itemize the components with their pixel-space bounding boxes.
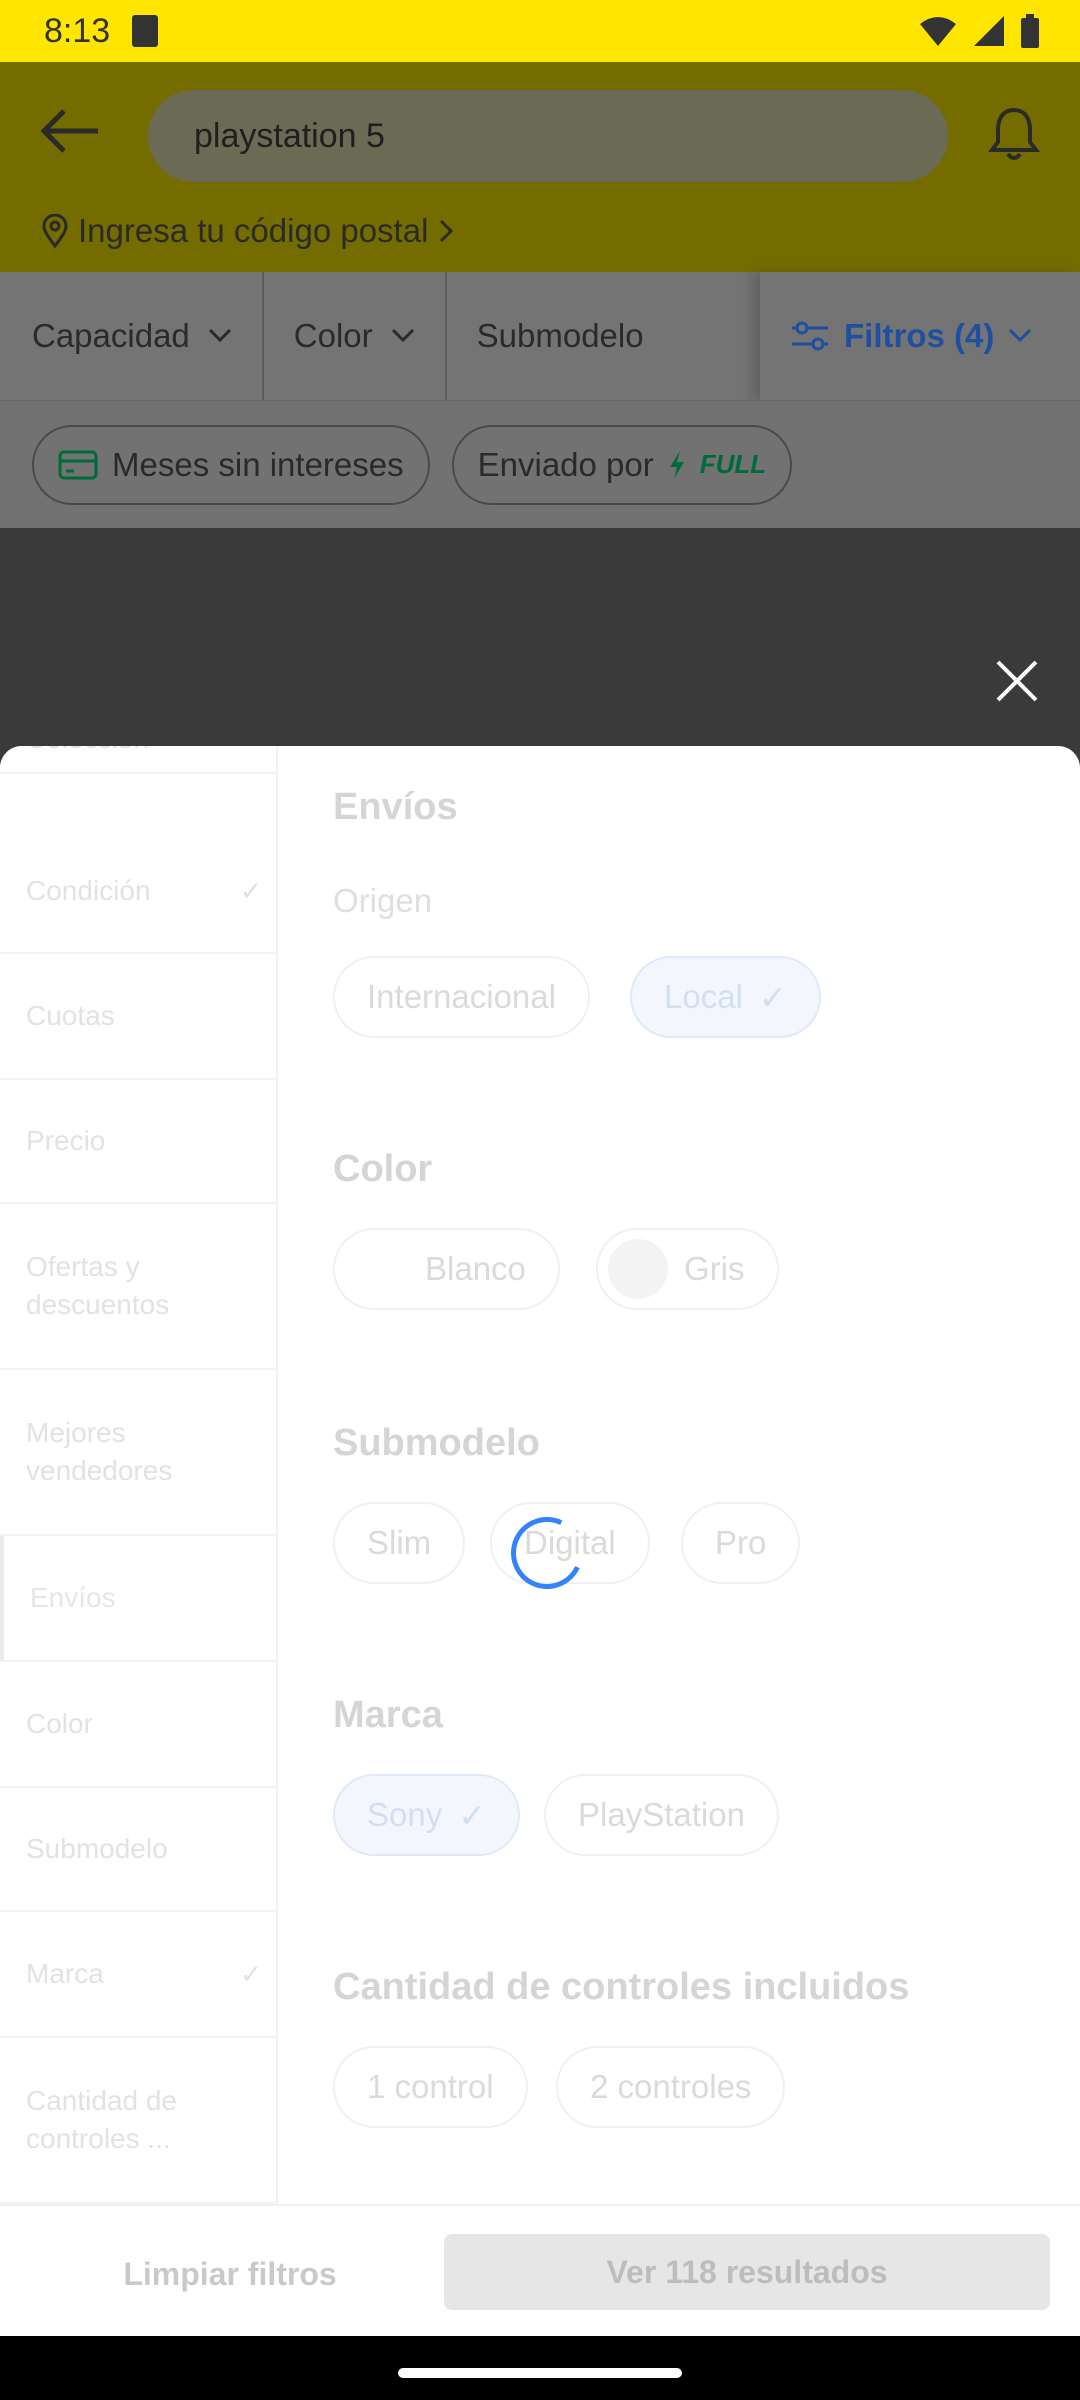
check-icon: ✓ — [240, 1959, 262, 1989]
side-item-label: Colección — [26, 746, 149, 758]
side-item-label: Marca — [26, 1958, 104, 1989]
option-sony[interactable]: Sony ✓ — [333, 1774, 520, 1856]
option-label: Gris — [684, 1250, 745, 1287]
section-title-submodelo: Submodelo — [333, 1422, 540, 1464]
filter-submodelo[interactable]: Submodelo — [447, 272, 674, 400]
option-gris[interactable]: Gris — [596, 1228, 779, 1310]
chevron-down-icon — [208, 328, 231, 343]
installments-chip[interactable]: Meses sin intereses — [32, 424, 430, 505]
side-item-label: Submodelo — [26, 1833, 168, 1864]
sliders-icon — [792, 321, 828, 351]
gray-swatch — [608, 1239, 668, 1299]
bell-icon[interactable] — [984, 104, 1044, 164]
filter-capacidad-label: Capacidad — [32, 317, 190, 354]
check-icon: ✓ — [758, 978, 787, 1016]
filter-color[interactable]: Color — [264, 272, 447, 400]
option-label: Internacional — [367, 978, 556, 1015]
home-gesture-handle[interactable] — [398, 2368, 682, 2378]
side-item-label: Envíos — [30, 1582, 116, 1613]
credit-card-icon — [58, 450, 98, 479]
check-icon: ✓ — [240, 876, 262, 906]
wifi-icon — [920, 17, 956, 46]
status-time: 8:13 — [44, 11, 111, 50]
side-item-ofertas[interactable]: Ofertas y descuentos — [0, 1204, 278, 1370]
option-label: 2 controles — [590, 2068, 752, 2105]
filter-category-menu: Colección Condición ✓ Cuotas Precio Ofert… — [0, 746, 278, 2204]
filter-submodelo-label: Submodelo — [476, 317, 644, 354]
section-title-marca: Marca — [333, 1694, 443, 1736]
sheet-footer: Limpiar filtros Ver 118 resultados — [0, 2204, 1080, 2340]
side-item-controles[interactable]: Cantidad de controles ... — [0, 2038, 278, 2204]
zip-code-link[interactable]: Ingresa tu código postal — [42, 212, 454, 250]
side-item-color[interactable]: Color — [0, 1662, 278, 1788]
option-label: Blanco — [425, 1250, 526, 1287]
zip-code-label: Ingresa tu código postal — [78, 212, 429, 249]
filter-options-panel: Envíos Origen Internacional Local ✓ Color… — [278, 746, 1080, 2204]
side-item-condicion[interactable]: Condición ✓ — [0, 830, 278, 954]
close-icon[interactable] — [992, 656, 1042, 706]
side-item-marca[interactable]: Marca ✓ — [0, 1912, 278, 2038]
side-item-label: Color — [26, 1708, 93, 1739]
section-subtitle-origen: Origen — [333, 882, 433, 919]
option-internacional[interactable]: Internacional — [333, 956, 590, 1038]
full-badge: FULL — [699, 449, 767, 479]
sd-card-icon — [132, 15, 159, 47]
option-2-controles[interactable]: 2 controles — [556, 2046, 786, 2128]
search-input[interactable]: playstation 5 — [148, 90, 948, 182]
side-item-mejores-vendedores[interactable]: Mejores vendedores — [0, 1370, 278, 1536]
option-label: PlayStation — [578, 1796, 745, 1833]
side-item-label: Condición — [26, 875, 151, 906]
check-icon: ✓ — [458, 1796, 486, 1834]
option-label: Slim — [367, 1524, 432, 1561]
section-title-envios: Envíos — [333, 786, 458, 828]
filter-capacidad[interactable]: Capacidad — [0, 272, 264, 400]
installments-label: Meses sin intereses — [112, 445, 404, 483]
option-label: Pro — [715, 1524, 767, 1561]
lightning-icon — [669, 450, 684, 479]
section-title-color: Color — [333, 1148, 433, 1190]
see-results-button[interactable]: Ver 118 resultados — [444, 2234, 1050, 2310]
side-item-submodelo[interactable]: Submodelo — [0, 1788, 278, 1912]
option-slim[interactable]: Slim — [333, 1502, 466, 1584]
signal-icon — [974, 16, 1004, 46]
option-blanco[interactable]: Blanco — [333, 1228, 560, 1310]
side-item-envios[interactable]: Envíos — [0, 1536, 278, 1662]
chevron-right-icon — [440, 219, 454, 243]
filters-count-label: Filtros (4) — [844, 317, 995, 354]
side-item-cuotas[interactable]: Cuotas — [0, 954, 278, 1080]
quick-filter-row: Meses sin intereses Enviado por FULL — [0, 400, 1080, 528]
location-pin-icon — [42, 214, 68, 248]
side-item-coleccion[interactable]: Colección — [0, 746, 278, 774]
chevron-down-icon — [1009, 328, 1032, 343]
full-shipping-chip[interactable]: Enviado por FULL — [451, 424, 793, 505]
option-pro[interactable]: Pro — [681, 1502, 801, 1584]
back-arrow-icon[interactable] — [40, 106, 100, 156]
side-item-label: Cantidad de controles ... — [26, 2085, 178, 2154]
section-title-controles: Cantidad de controles incluidos — [333, 1966, 910, 2008]
filters-button[interactable]: Filtros (4) — [760, 272, 1080, 400]
side-item-label: Ofertas y descuentos — [26, 1251, 170, 1320]
option-local[interactable]: Local ✓ — [630, 956, 821, 1038]
side-item-label: Mejores vendedores — [26, 1417, 173, 1486]
side-item-label: Precio — [26, 1125, 106, 1156]
option-playstation[interactable]: PlayStation — [544, 1774, 779, 1856]
search-value: playstation 5 — [194, 116, 385, 155]
option-label: 1 control — [367, 2068, 494, 2105]
white-swatch — [349, 1239, 409, 1299]
chevron-down-icon — [391, 328, 414, 343]
filter-bar: Capacidad Color Submodelo Filtros (4) — [0, 272, 1080, 400]
side-item-label: Cuotas — [26, 1000, 115, 1031]
clear-filters-button[interactable]: Limpiar filtros — [60, 2234, 400, 2314]
app-header: playstation 5 Ingresa tu código postal — [0, 62, 1080, 272]
shipped-by-label: Enviado por — [477, 445, 654, 483]
status-bar: 8:13 — [0, 0, 1080, 62]
option-1-control[interactable]: 1 control — [333, 2046, 528, 2128]
battery-icon — [1021, 14, 1039, 48]
filter-color-label: Color — [293, 317, 373, 354]
side-item-precio[interactable]: Precio — [0, 1080, 278, 1204]
option-label: Local — [664, 978, 743, 1015]
option-label: Sony — [367, 1796, 443, 1833]
